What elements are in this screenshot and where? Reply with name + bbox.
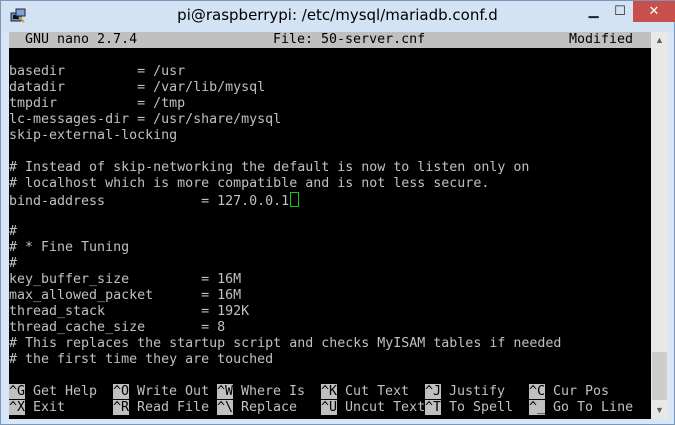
scroll-thumb[interactable] bbox=[652, 352, 667, 400]
shortcut-to-spell[interactable]: ^T To Spell bbox=[425, 400, 513, 416]
editor-line: thread_cache_size = 8 bbox=[9, 320, 226, 335]
close-icon: ✕ bbox=[648, 4, 660, 19]
editor-line-cursor: bind-address = 127.0.0.1 bbox=[9, 192, 651, 209]
shortcut-justify[interactable]: ^J Justify bbox=[425, 384, 505, 400]
window-title: pi@raspberrypi: /etc/mysql/mariadb.conf.… bbox=[177, 6, 498, 24]
scroll-up-icon[interactable]: ▲ bbox=[651, 32, 668, 49]
shortcut-key: ^T bbox=[425, 400, 442, 415]
shortcut-label: Exit bbox=[25, 400, 66, 415]
shortcut-where-is[interactable]: ^W Where Is bbox=[217, 384, 305, 400]
shortcut-cur-pos[interactable]: ^C Cur Pos bbox=[529, 384, 609, 400]
editor-buffer[interactable]: basedir = /usr datadir = /var/lib/mysql … bbox=[9, 64, 651, 368]
shortcut-key: ^G bbox=[9, 384, 26, 399]
shortcut-exit[interactable]: ^X Exit bbox=[9, 400, 65, 416]
shortcut-label: Read File bbox=[129, 400, 210, 415]
nano-shortcut-bar: ^G Get Help ^O Write Out ^W Where Is ^K … bbox=[9, 384, 651, 416]
shortcut-key: ^W bbox=[217, 384, 234, 399]
editor-line: # Instead of skip-networking the default… bbox=[9, 160, 530, 175]
editor-line: # bbox=[9, 256, 18, 271]
editor-line: thread_stack = 192K bbox=[9, 304, 250, 319]
shortcut-write-out[interactable]: ^O Write Out bbox=[113, 384, 209, 400]
maximize-button[interactable]: ☐ bbox=[607, 1, 633, 22]
editor-line: # localhost which is more compatible and… bbox=[9, 176, 490, 191]
shortcut-label: Cur Pos bbox=[545, 384, 610, 399]
shortcut-label: Get Help bbox=[25, 384, 98, 399]
shortcut-read-file[interactable]: ^R Read File bbox=[113, 400, 209, 416]
maximize-icon: ☐ bbox=[614, 4, 626, 19]
shortcut-key: ^C bbox=[529, 384, 546, 399]
shortcut-label: Write Out bbox=[129, 384, 210, 399]
close-button[interactable]: ✕ bbox=[633, 1, 675, 22]
shortcut-cut-text[interactable]: ^K Cut Text bbox=[321, 384, 409, 400]
editor-line: skip-external-locking bbox=[9, 128, 178, 143]
shortcut-replace[interactable]: ^\ Replace bbox=[217, 400, 297, 416]
shortcut-label: Cut Text bbox=[337, 384, 410, 399]
scroll-down-icon[interactable]: ▼ bbox=[651, 402, 668, 419]
shortcut-label: To Spell bbox=[441, 400, 514, 415]
shortcut-go-to-line[interactable]: ^_ Go To Line bbox=[529, 400, 633, 416]
editor-line: tmpdir = /tmp bbox=[9, 96, 186, 111]
nano-modified-status: Modified bbox=[569, 32, 634, 47]
nano-filename: File: 50-server.cnf bbox=[273, 32, 426, 47]
editor-line: # bbox=[9, 224, 18, 239]
editor-line: datadir = /var/lib/mysql bbox=[9, 80, 266, 95]
shortcut-key: ^R bbox=[113, 400, 130, 415]
text-cursor bbox=[290, 192, 300, 207]
minimize-button[interactable]: ▁ bbox=[580, 1, 607, 22]
shortcut-key: ^\ bbox=[217, 400, 234, 415]
editor-line: basedir = /usr bbox=[9, 64, 186, 79]
editor-line: max_allowed_packet = 16M bbox=[9, 288, 242, 303]
shortcut-key: ^J bbox=[425, 384, 442, 399]
editor-line: # the first time they are touched bbox=[9, 352, 274, 367]
editor-line: # This replaces the startup script and c… bbox=[9, 336, 562, 351]
shortcut-label: Go To Line bbox=[545, 400, 634, 415]
shortcut-key: ^X bbox=[9, 400, 26, 415]
editor-line: # * Fine Tuning bbox=[9, 240, 130, 255]
shortcut-key: ^O bbox=[113, 384, 130, 399]
shortcut-label: Where Is bbox=[233, 384, 306, 399]
shortcut-key: ^K bbox=[321, 384, 338, 399]
shortcut-key: ^U bbox=[321, 400, 338, 415]
shortcut-label: Replace bbox=[233, 400, 298, 415]
nano-status-bar: GNU nano 2.7.4 File: 50-server.cnf Modif… bbox=[9, 32, 651, 48]
shortcut-key: ^_ bbox=[529, 400, 546, 415]
editor-line: lc-messages-dir = /usr/share/mysql bbox=[9, 112, 282, 127]
vertical-scrollbar[interactable]: ▲ ▼ bbox=[651, 32, 668, 419]
shortcut-get-help[interactable]: ^G Get Help bbox=[9, 384, 97, 400]
terminal-area[interactable]: GNU nano 2.7.4 File: 50-server.cnf Modif… bbox=[9, 32, 651, 419]
terminal-window: pi@raspberrypi: /etc/mysql/mariadb.conf.… bbox=[0, 0, 675, 425]
editor-line: key_buffer_size = 16M bbox=[9, 272, 242, 287]
minimize-icon: ▁ bbox=[588, 4, 599, 19]
bind-address-line: bind-address = 127.0.0.1 bbox=[9, 194, 290, 209]
shortcut-uncut-text[interactable]: ^U Uncut Text bbox=[321, 400, 425, 416]
nano-version: GNU nano 2.7.4 bbox=[25, 32, 138, 47]
shortcut-label: Uncut Text bbox=[337, 400, 426, 415]
shortcut-label: Justify bbox=[441, 384, 506, 399]
title-bar[interactable]: pi@raspberrypi: /etc/mysql/mariadb.conf.… bbox=[1, 1, 675, 32]
